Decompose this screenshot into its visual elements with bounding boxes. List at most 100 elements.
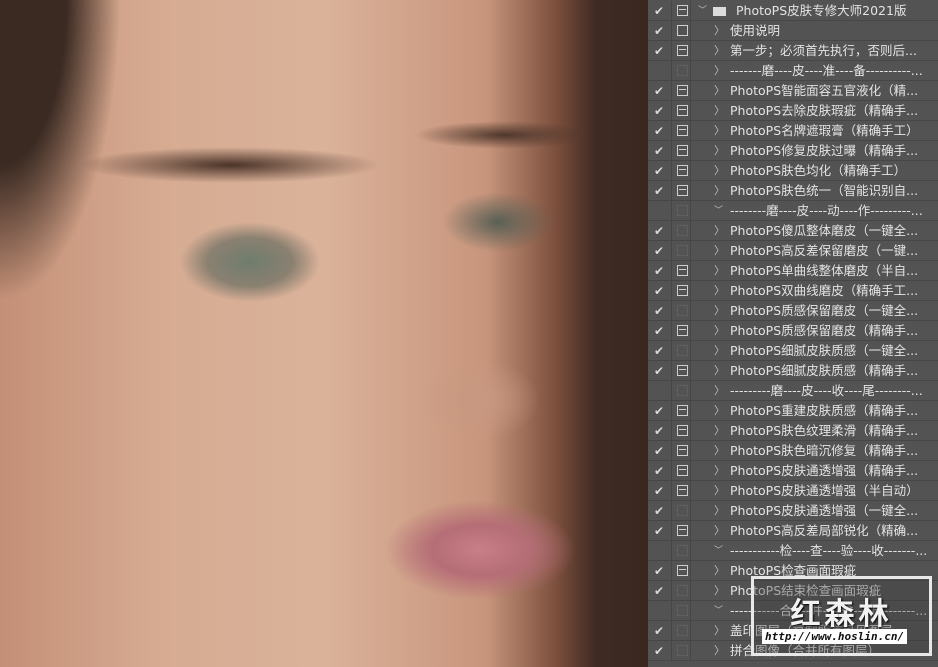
action-item[interactable]: ✔ 〉 PhotoPS重建皮肤质感（精确手...	[648, 401, 938, 421]
chevron-right-icon[interactable]: 〉	[714, 581, 725, 601]
chevron-right-icon[interactable]: 〉	[714, 461, 725, 481]
checkmark-icon[interactable]: ✔	[648, 461, 670, 481]
dialog-toggle[interactable]	[671, 41, 691, 61]
chevron-right-icon[interactable]: 〉	[714, 401, 725, 421]
chevron-right-icon[interactable]: 〉	[714, 561, 725, 581]
dialog-toggle[interactable]	[671, 21, 691, 41]
action-item[interactable]: ✔ 〉 PhotoPS细腻皮肤质感（一键全...	[648, 341, 938, 361]
checkmark-icon[interactable]: ✔	[648, 341, 670, 361]
chevron-right-icon[interactable]: 〉	[714, 21, 725, 41]
chevron-right-icon[interactable]: 〉	[714, 321, 725, 341]
checkmark-icon[interactable]: ✔	[648, 101, 670, 121]
action-item[interactable]: ✔ 〉 PhotoPS细腻皮肤质感（精确手...	[648, 361, 938, 381]
dialog-toggle[interactable]	[671, 201, 691, 221]
checkmark-icon[interactable]: ✔	[648, 241, 670, 261]
action-item[interactable]: ﹀ --------磨----皮----动----作---------...	[648, 201, 938, 221]
chevron-right-icon[interactable]: 〉	[714, 81, 725, 101]
chevron-right-icon[interactable]: 〉	[714, 141, 725, 161]
checkmark-icon[interactable]: ✔	[648, 421, 670, 441]
checkmark-icon[interactable]: ✔	[648, 521, 670, 541]
dialog-toggle[interactable]	[671, 121, 691, 141]
action-item[interactable]: ✔ 〉 PhotoPS肤色均化（精确手工）	[648, 161, 938, 181]
action-item[interactable]: ✔ 〉 PhotoPS肤色暗沉修复（精确手...	[648, 441, 938, 461]
checkmark-icon[interactable]: ✔	[648, 441, 670, 461]
checkmark-icon[interactable]: ✔	[648, 561, 670, 581]
action-item[interactable]: ✔ 〉 PhotoPS智能面容五官液化（精...	[648, 81, 938, 101]
action-item[interactable]: ✔ 〉 PhotoPS质感保留磨皮（一键全...	[648, 301, 938, 321]
checkmark-icon[interactable]: ✔	[648, 161, 670, 181]
dialog-toggle[interactable]	[671, 301, 691, 321]
dialog-toggle[interactable]	[671, 501, 691, 521]
action-item[interactable]: ✔ 〉 PhotoPS双曲线磨皮（精确手工...	[648, 281, 938, 301]
dialog-toggle[interactable]	[671, 141, 691, 161]
checkmark-icon[interactable]: ✔	[648, 181, 670, 201]
chevron-down-icon[interactable]: ﹀	[714, 601, 723, 621]
checkmark-icon[interactable]: ✔	[648, 141, 670, 161]
action-item[interactable]: ✔ 〉 PhotoPS皮肤通透增强（半自动）	[648, 481, 938, 501]
dialog-toggle[interactable]	[671, 381, 691, 401]
chevron-right-icon[interactable]: 〉	[714, 521, 725, 541]
dialog-toggle[interactable]	[671, 641, 691, 661]
action-item[interactable]: ✔ 〉 PhotoPS肤色统一（智能识别自...	[648, 181, 938, 201]
dialog-toggle[interactable]	[671, 621, 691, 641]
dialog-toggle[interactable]	[671, 341, 691, 361]
action-item[interactable]: ✔ 〉 PhotoPS皮肤通透增强（一键全...	[648, 501, 938, 521]
checkmark-icon[interactable]: ✔	[648, 21, 670, 41]
dialog-toggle[interactable]	[671, 261, 691, 281]
action-item[interactable]: ﹀ -----------检----查----验----收-------...	[648, 541, 938, 561]
chevron-down-icon[interactable]: ﹀	[698, 1, 707, 21]
checkmark-icon[interactable]	[648, 541, 670, 561]
checkmark-icon[interactable]: ✔	[648, 81, 670, 101]
action-item[interactable]: ✔ 〉 PhotoPS皮肤通透增强（精确手...	[648, 461, 938, 481]
checkmark-icon[interactable]	[648, 601, 670, 621]
checkmark-icon[interactable]	[648, 201, 670, 221]
chevron-right-icon[interactable]: 〉	[714, 341, 725, 361]
action-item[interactable]: ✔ 〉 PhotoPS傻瓜整体磨皮（一键全...	[648, 221, 938, 241]
dialog-toggle[interactable]	[671, 441, 691, 461]
checkmark-icon[interactable]: ✔	[648, 501, 670, 521]
chevron-right-icon[interactable]: 〉	[714, 241, 725, 261]
chevron-down-icon[interactable]: ﹀	[714, 541, 723, 561]
chevron-right-icon[interactable]: 〉	[714, 381, 725, 401]
dialog-toggle[interactable]	[671, 241, 691, 261]
action-item[interactable]: ✔ 〉 PhotoPS修复皮肤过曝（精确手...	[648, 141, 938, 161]
dialog-toggle[interactable]	[671, 601, 691, 621]
chevron-right-icon[interactable]: 〉	[714, 621, 725, 641]
chevron-right-icon[interactable]: 〉	[714, 41, 725, 61]
checkmark-icon[interactable]: ✔	[648, 641, 670, 661]
dialog-toggle[interactable]	[671, 61, 691, 81]
checkmark-icon[interactable]: ✔	[648, 41, 670, 61]
dialog-toggle[interactable]	[671, 481, 691, 501]
checkmark-icon[interactable]: ✔	[648, 221, 670, 241]
chevron-right-icon[interactable]: 〉	[714, 481, 725, 501]
chevron-right-icon[interactable]: 〉	[714, 361, 725, 381]
chevron-right-icon[interactable]: 〉	[714, 441, 725, 461]
dialog-toggle[interactable]	[671, 541, 691, 561]
chevron-right-icon[interactable]: 〉	[714, 61, 725, 81]
checkmark-icon[interactable]: ✔	[648, 1, 670, 21]
checkmark-icon[interactable]	[648, 61, 670, 81]
checkmark-icon[interactable]: ✔	[648, 401, 670, 421]
action-item[interactable]: ✔ 〉使用说明	[648, 21, 938, 41]
checkmark-icon[interactable]: ✔	[648, 321, 670, 341]
action-item[interactable]: ✔ 〉 PhotoPS单曲线整体磨皮（半自...	[648, 261, 938, 281]
chevron-down-icon[interactable]: ﹀	[714, 201, 723, 221]
chevron-right-icon[interactable]: 〉	[714, 281, 725, 301]
chevron-right-icon[interactable]: 〉	[714, 221, 725, 241]
chevron-right-icon[interactable]: 〉	[714, 641, 725, 661]
action-item[interactable]: ✔ 〉 PhotoPS高反差局部锐化（精确...	[648, 521, 938, 541]
action-item[interactable]: ✔ 〉 PhotoPS名牌遮瑕膏（精确手工）	[648, 121, 938, 141]
checkmark-icon[interactable]: ✔	[648, 481, 670, 501]
dialog-toggle[interactable]	[671, 1, 691, 21]
chevron-right-icon[interactable]: 〉	[714, 121, 725, 141]
chevron-right-icon[interactable]: 〉	[714, 101, 725, 121]
action-item[interactable]: ✔ 〉 PhotoPS质感保留磨皮（精确手...	[648, 321, 938, 341]
dialog-toggle[interactable]	[671, 401, 691, 421]
dialog-toggle[interactable]	[671, 561, 691, 581]
dialog-toggle[interactable]	[671, 581, 691, 601]
dialog-toggle[interactable]	[671, 281, 691, 301]
action-set[interactable]: ✔ ﹀ PhotoPS皮肤专修大师2021版	[648, 1, 938, 21]
chevron-right-icon[interactable]: 〉	[714, 421, 725, 441]
checkmark-icon[interactable]: ✔	[648, 361, 670, 381]
dialog-toggle[interactable]	[671, 461, 691, 481]
